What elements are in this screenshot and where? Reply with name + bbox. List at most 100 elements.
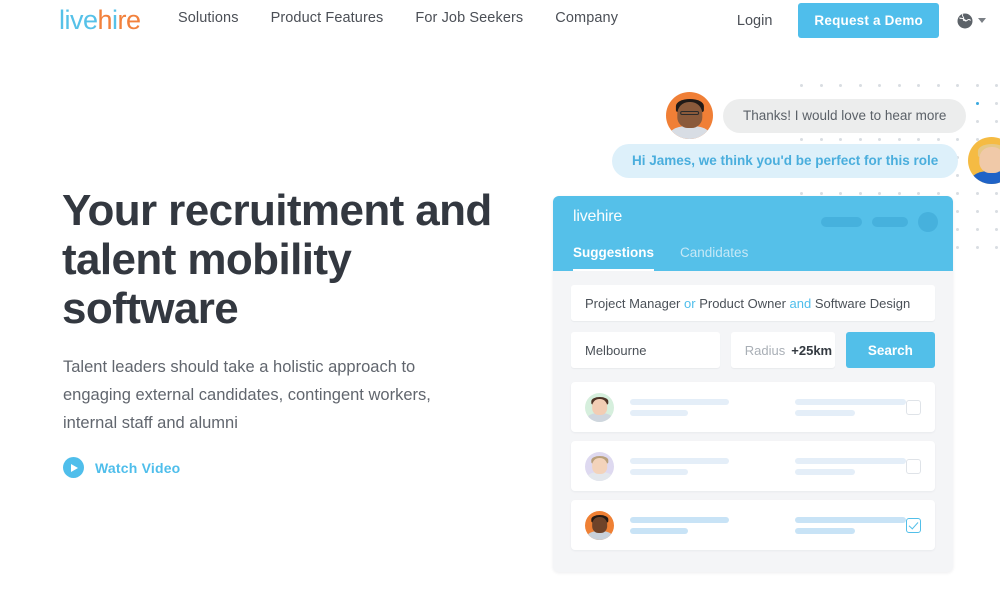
page-title: Your recruitment and talent mobility sof…	[62, 186, 492, 333]
placeholder-bar	[795, 398, 907, 405]
male-face-illustration	[666, 92, 713, 139]
play-triangle-icon	[71, 463, 78, 472]
avatar	[585, 510, 614, 540]
app-body: Project Manager or Product Owner and Sof…	[553, 271, 953, 550]
decorative-dot	[956, 228, 959, 231]
page-root: livehire Solutions Product Features For …	[0, 0, 1000, 610]
decorative-dot	[839, 192, 842, 195]
row-placeholder-col-b	[795, 457, 907, 475]
decorative-dot	[995, 120, 998, 123]
request-demo-button[interactable]: Request a Demo	[798, 3, 939, 38]
query-operator-or: or	[684, 295, 696, 311]
decorative-dot	[975, 120, 979, 123]
search-results-list	[571, 382, 935, 550]
app-header: livehire Suggestions Candidates	[553, 196, 953, 271]
decorative-dot	[956, 192, 959, 195]
row-placeholder-col-b	[795, 398, 907, 416]
login-link[interactable]: Login	[737, 13, 772, 29]
table-row[interactable]	[571, 500, 935, 550]
top-navigation-bar: livehire Solutions Product Features For …	[0, 0, 1000, 41]
app-header-placeholders	[821, 212, 938, 232]
chat-message-incoming: Thanks! I would love to hear more	[666, 92, 967, 139]
row-select-checkbox[interactable]	[906, 458, 921, 474]
table-row[interactable]	[571, 382, 935, 432]
header-placeholder-bar-1	[821, 217, 862, 227]
female-face-illustration	[968, 137, 1000, 184]
query-term-2: Product Owner	[699, 295, 786, 311]
decorative-dot	[975, 246, 979, 249]
row-placeholder-col-b	[795, 516, 907, 534]
decorative-dot	[936, 192, 940, 195]
language-selector[interactable]	[956, 12, 986, 30]
logo-part-re: re	[117, 5, 142, 35]
placeholder-bar	[795, 457, 907, 464]
app-tab-bar: Suggestions Candidates	[573, 245, 748, 271]
app-preview-card: livehire Suggestions Candidates Project …	[553, 196, 953, 572]
decorative-dot	[858, 84, 862, 87]
radius-filter[interactable]: Radius +25km	[730, 332, 835, 368]
decorative-dot	[995, 192, 998, 195]
globe-icon	[957, 13, 973, 28]
placeholder-bar	[630, 409, 688, 416]
decorative-dot	[897, 192, 901, 195]
watch-video-link[interactable]: Watch Video	[63, 457, 180, 478]
decorative-dot	[995, 84, 998, 87]
placeholder-bar	[630, 398, 729, 405]
decorative-dot	[878, 192, 881, 195]
decorative-dot	[975, 84, 979, 87]
decorative-dot	[897, 84, 901, 87]
row-select-checkbox[interactable]	[906, 399, 921, 415]
hero-subtitle: Talent leaders should take a holistic ap…	[63, 358, 431, 432]
radius-value: +25km	[791, 342, 833, 358]
radius-label: Radius	[744, 342, 786, 358]
header-avatar-placeholder	[918, 212, 938, 232]
tab-suggestions[interactable]: Suggestions	[573, 245, 655, 271]
row-select-checkbox[interactable]	[906, 517, 921, 533]
decorative-dot	[995, 210, 998, 213]
chat-bubble-outgoing: Hi James, we think you'd be perfect for …	[612, 143, 959, 178]
main-nav-links: Solutions Product Features For Job Seeke…	[178, 10, 618, 26]
placeholder-bar	[795, 468, 856, 475]
decorative-dot	[975, 210, 979, 213]
decorative-dot	[956, 84, 959, 87]
search-button[interactable]: Search	[845, 332, 935, 368]
tab-candidates[interactable]: Candidates	[680, 245, 748, 271]
watch-video-label: Watch Video	[95, 459, 181, 476]
decorative-dot	[858, 192, 862, 195]
decorative-dot	[878, 84, 881, 87]
placeholder-bar	[630, 516, 729, 523]
nav-item-solutions[interactable]: Solutions	[178, 10, 239, 26]
decorative-dot	[995, 102, 998, 105]
livehire-logo[interactable]: livehire	[59, 5, 141, 35]
logo-part-live: live	[59, 5, 98, 35]
chat-message-outgoing: Hi James, we think you'd be perfect for …	[612, 137, 1000, 184]
search-query-input[interactable]: Project Manager or Product Owner and Sof…	[571, 285, 935, 321]
query-operator-and: and	[789, 295, 812, 311]
nav-item-for-job-seekers[interactable]: For Job Seekers	[415, 10, 523, 26]
decorative-dot	[839, 84, 842, 87]
query-term-3: Software Design	[814, 295, 911, 311]
nav-item-product-features[interactable]: Product Features	[271, 10, 384, 26]
decorative-dot	[917, 84, 920, 87]
male-avatar	[666, 92, 713, 139]
decorative-dot	[800, 192, 803, 195]
avatar	[585, 392, 614, 422]
nav-item-company[interactable]: Company	[555, 10, 618, 26]
decorative-dot	[956, 210, 959, 213]
decorative-dot	[917, 192, 920, 195]
table-row[interactable]	[571, 441, 935, 491]
placeholder-bar	[630, 468, 688, 475]
search-filters-row: Melbourne Radius +25km Search	[571, 332, 935, 368]
decorative-dot	[936, 84, 940, 87]
query-term-1: Project Manager	[585, 295, 681, 311]
row-placeholder-col-a	[630, 457, 761, 475]
row-placeholder-col-a	[630, 516, 761, 534]
chevron-down-icon	[978, 18, 986, 23]
decorative-dot	[995, 246, 998, 249]
decorative-dot	[819, 192, 823, 195]
location-input[interactable]: Melbourne	[571, 332, 720, 368]
decorative-dot	[956, 246, 959, 249]
decorative-dot	[800, 84, 803, 87]
decorative-dot	[819, 84, 823, 87]
row-placeholder-col-a	[630, 398, 761, 416]
